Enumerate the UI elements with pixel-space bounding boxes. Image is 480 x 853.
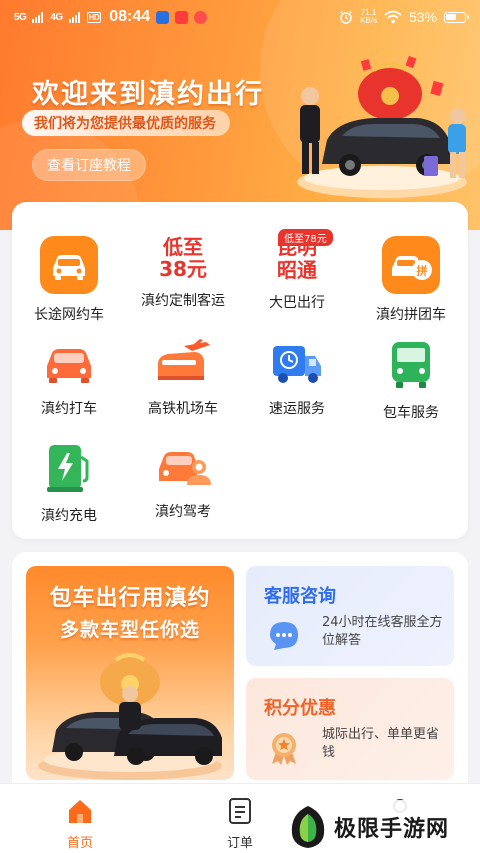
- charter-promo-banner[interactable]: 包车出行用滇约 多款车型任你选: [26, 566, 234, 780]
- tab-home[interactable]: 首页: [30, 784, 130, 853]
- train-plane-icon: [153, 338, 213, 388]
- price-text-icon: 低至 38元: [159, 235, 207, 281]
- charter-promo-subtitle: 多款车型任你选: [59, 619, 200, 641]
- signal-5g: 5G: [14, 11, 27, 23]
- tab-orders[interactable]: 订单: [190, 784, 290, 853]
- taxi-icon: [39, 338, 99, 388]
- app-notification-icon: [175, 10, 189, 24]
- carpool-icon: 拼: [381, 236, 441, 294]
- service-driving-test[interactable]: 滇约驾考: [126, 411, 240, 520]
- charging-station-icon: [39, 441, 99, 495]
- service-label: 包车服务: [383, 405, 439, 421]
- wifi-icon: [384, 10, 402, 24]
- customer-service-desc: 24小时在线客服全方位解答: [322, 615, 443, 648]
- car-icon: [39, 236, 99, 294]
- service-carpool[interactable]: 拼 滇约拼团车: [354, 206, 468, 323]
- chat-bubble-icon: [270, 622, 298, 650]
- charter-illustration: [38, 653, 222, 780]
- network-speed: 71.1 KB/s: [360, 8, 377, 25]
- svg-text:拼: 拼: [417, 264, 428, 278]
- signal-4g: 4G: [50, 11, 63, 23]
- price-badge: 低至78元: [278, 229, 333, 246]
- service-label: 滇约驾考: [155, 504, 211, 520]
- tab-label: 首页: [66, 836, 93, 851]
- orders-icon: [225, 796, 255, 826]
- status-time: 08:44: [109, 8, 151, 25]
- status-bar: 5G 4G HD 08:44 71.1 KB/s 53%: [0, 0, 480, 34]
- hero-banner: 5G 4G HD 08:44 71.1 KB/s 53% 欢迎来到滇约出行 我们…: [0, 0, 480, 230]
- tab-label: 订单: [226, 836, 253, 851]
- hero-subtitle: 我们将为您提供最优质的服务: [22, 110, 230, 136]
- service-custom-passenger[interactable]: 低至 38元 滇约定制客运: [126, 206, 240, 309]
- service-long-distance-car[interactable]: 长途网约车: [12, 206, 126, 323]
- service-taxi[interactable]: 滇约打车: [12, 308, 126, 417]
- bus-icon: [381, 338, 441, 392]
- service-label: 滇约充电: [41, 508, 97, 524]
- driving-test-icon: [153, 441, 213, 491]
- service-label: 速运服务: [269, 401, 325, 417]
- alarm-icon: [340, 10, 352, 24]
- delivery-truck-icon: [267, 338, 327, 388]
- signal-bars-icon: [32, 11, 44, 23]
- view-tutorial-button[interactable]: 查看订座教程: [32, 149, 146, 181]
- hero-title: 欢迎来到滇约出行: [32, 79, 264, 110]
- points-card[interactable]: 积分优惠 城际出行、单单更省钱: [246, 678, 454, 780]
- service-coach-bus[interactable]: 昆明 昭通 大巴出行: [240, 206, 354, 312]
- customer-service-title: 客服咨询: [264, 586, 336, 607]
- service-ev-charging[interactable]: 滇约充电: [12, 411, 126, 524]
- site-watermark: 极限手游网: [288, 800, 480, 853]
- service-train-airport[interactable]: 高铁机场车: [126, 308, 240, 417]
- battery-percent: 53%: [408, 9, 437, 25]
- home-icon: [65, 796, 95, 826]
- signal-bars-icon: [68, 11, 80, 23]
- customer-service-card[interactable]: 客服咨询 24小时在线客服全方位解答: [246, 566, 454, 666]
- watermark-logo-icon: [291, 805, 325, 848]
- service-express-delivery[interactable]: 速运服务: [240, 308, 354, 417]
- hero-illustration: [297, 55, 467, 198]
- points-title: 积分优惠: [264, 698, 336, 719]
- app-notification-icon: [156, 10, 170, 24]
- battery-icon: [444, 11, 469, 23]
- charter-promo-title: 包车出行用滇约: [49, 586, 211, 611]
- points-desc: 城际出行、单单更省钱: [322, 727, 440, 760]
- service-charter[interactable]: 包车服务: [354, 308, 468, 421]
- watermark-text: 极限手游网: [334, 816, 450, 842]
- medal-icon: [272, 733, 296, 765]
- app-notification-icon: [194, 10, 208, 24]
- hd-indicator: HD: [86, 11, 102, 23]
- service-label: 滇约定制客运: [141, 293, 225, 309]
